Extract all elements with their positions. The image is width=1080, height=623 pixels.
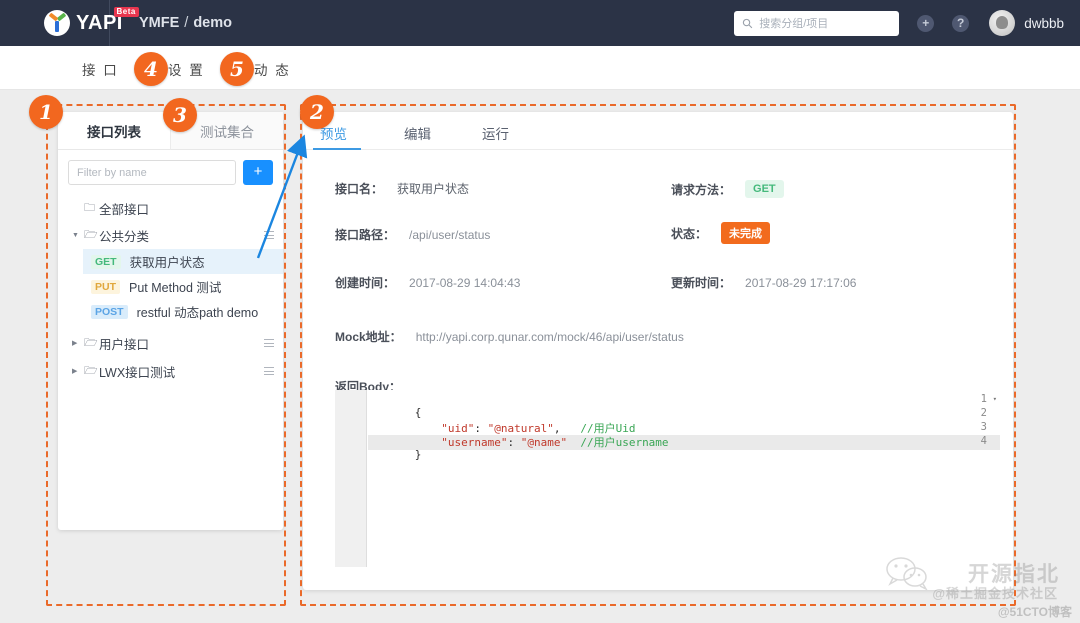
search-icon (743, 18, 753, 28)
breadcrumb-separator: / (184, 15, 189, 31)
annotation-marker-2: 2 (300, 95, 334, 129)
annotation-marker-4: 4 (134, 52, 168, 86)
username-label[interactable]: dwbbb (1024, 16, 1064, 31)
nav-tab-interface[interactable]: 接 口 (82, 59, 119, 79)
top-header-bar: YAPI Beta YMFE / demo 搜索分组/项目 + ? dwbbb (0, 0, 1080, 46)
question-circle-icon[interactable]: ? (952, 14, 970, 32)
watermark-sub: @稀土掘金技术社区 (932, 586, 1058, 601)
avatar[interactable] (989, 10, 1016, 36)
annotation-marker-3: 3 (163, 98, 197, 132)
search-input[interactable]: 搜索分组/项目 (734, 10, 900, 36)
breadcrumb: YMFE / demo (139, 15, 232, 31)
annotation-marker-5: 5 (220, 52, 254, 86)
logo-text: YAPI Beta (76, 6, 139, 35)
annotation-region-content (300, 104, 1016, 606)
nav-tab-activity[interactable]: 动 态 (254, 59, 291, 79)
plus-circle-icon[interactable]: + (917, 14, 935, 32)
wechat-watermark-icon (886, 557, 928, 590)
annotation-marker-1: 1 (29, 95, 63, 129)
breadcrumb-group[interactable]: YMFE (139, 15, 179, 31)
search-placeholder: 搜索分组/项目 (759, 18, 829, 30)
nav-tab-settings[interactable]: 设 置 (168, 59, 205, 79)
logo-area[interactable]: YAPI Beta (0, 0, 139, 46)
annotation-region-sidebar (46, 104, 286, 606)
breadcrumb-project[interactable]: demo (193, 15, 232, 31)
yapi-logo-icon (44, 10, 70, 36)
beta-badge: Beta (113, 6, 139, 17)
header-right-tools: 搜索分组/项目 + ? dwbbb (734, 0, 1064, 46)
watermark-cto: @51CTO博客 (997, 605, 1072, 619)
app-root: YAPI Beta YMFE / demo 搜索分组/项目 + ? dwbbb 接 … (0, 0, 1080, 623)
